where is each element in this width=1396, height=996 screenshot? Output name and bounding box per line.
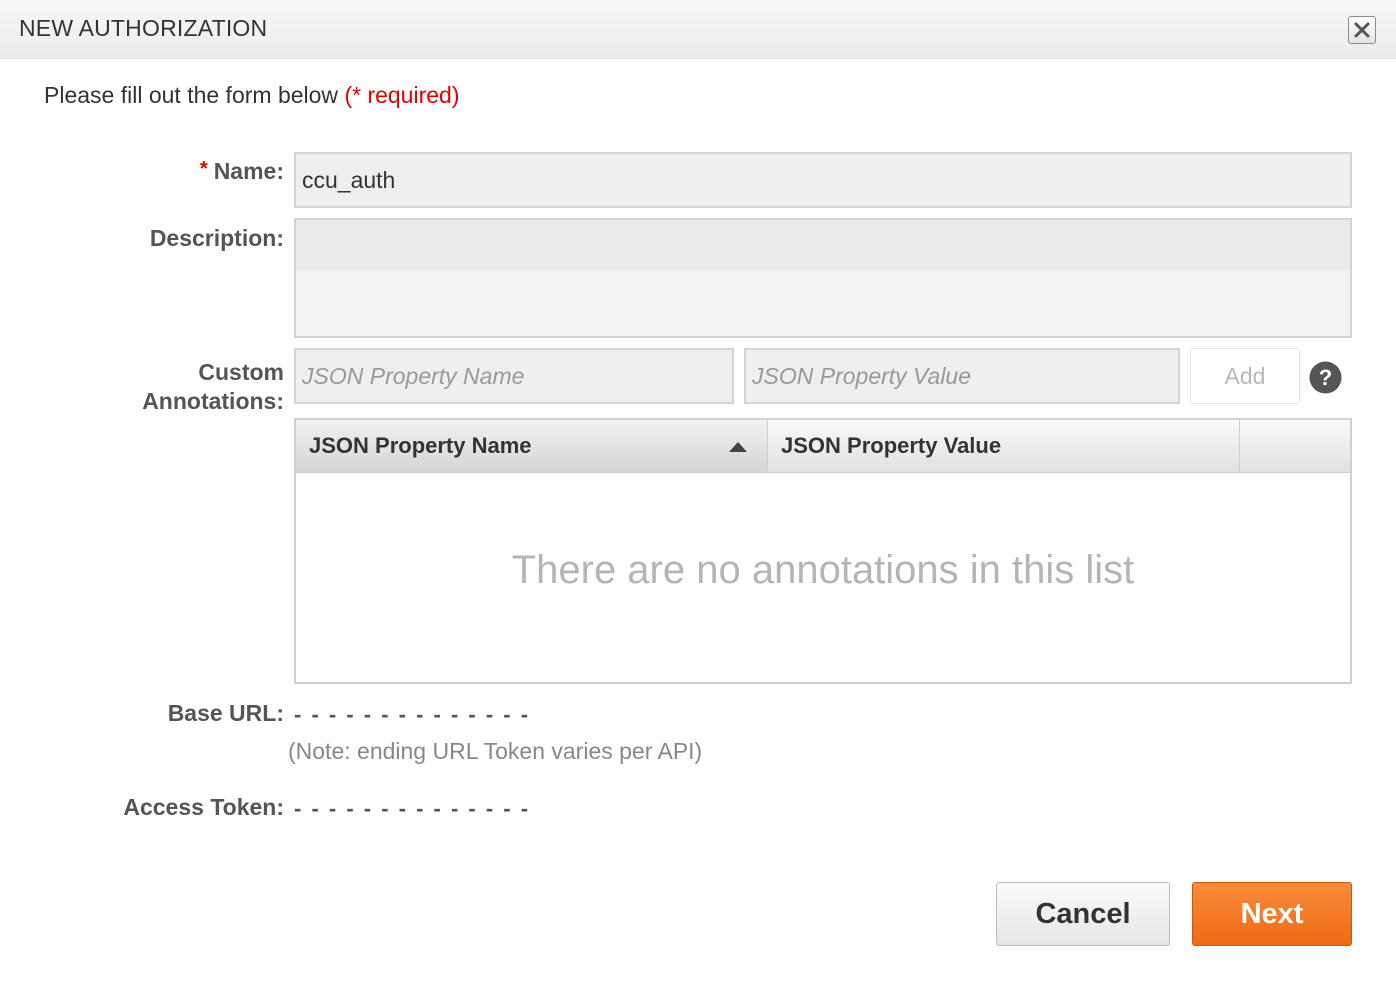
- grid-header: JSON Property Name JSON Property Value: [296, 420, 1350, 473]
- form-intro-text: Please fill out the form below: [44, 82, 339, 108]
- name-label: * Name:: [200, 158, 284, 185]
- name-label-text: Name:: [213, 158, 284, 184]
- cancel-button[interactable]: Cancel: [996, 882, 1170, 946]
- access-token-value: - - - - - - - - - - - - - -: [294, 796, 531, 821]
- next-button[interactable]: Next: [1192, 882, 1352, 946]
- column-header-label: JSON Property Value: [781, 433, 1002, 458]
- custom-annotations-label: Custom Annotations:: [142, 352, 284, 422]
- annotations-grid: JSON Property Name JSON Property Value T…: [294, 418, 1352, 684]
- json-property-value-input[interactable]: [744, 348, 1180, 404]
- dialog-title: NEW AUTHORIZATION: [19, 15, 268, 41]
- base-url-label: Base URL:: [167, 700, 284, 726]
- column-header-json-property-value[interactable]: JSON Property Value: [768, 420, 1240, 472]
- column-header-actions: [1240, 420, 1350, 472]
- description-textarea[interactable]: [294, 218, 1352, 338]
- new-authorization-dialog: NEW AUTHORIZATION Please fill out the fo…: [0, 0, 1396, 996]
- name-input[interactable]: [294, 152, 1352, 208]
- custom-annotations-label-line2: Annotations:: [142, 388, 284, 414]
- form-intro: Please fill out the form below (* requir…: [44, 82, 459, 109]
- empty-list-message: There are no annotations in this list: [511, 548, 1135, 592]
- dialog-titlebar: NEW AUTHORIZATION: [0, 0, 1396, 59]
- required-note: (* required): [344, 82, 460, 108]
- column-header-label: JSON Property Name: [309, 433, 532, 458]
- svg-text:?: ?: [1319, 365, 1332, 390]
- column-header-json-property-name[interactable]: JSON Property Name: [296, 420, 768, 472]
- required-star: *: [199, 158, 208, 180]
- access-token-label: Access Token:: [123, 794, 284, 820]
- description-label: Description:: [149, 225, 284, 251]
- base-url-value: - - - - - - - - - - - - - -: [294, 702, 531, 727]
- close-icon: [1354, 22, 1370, 38]
- sort-ascending-icon: [729, 442, 747, 452]
- close-button[interactable]: [1348, 16, 1376, 44]
- question-circle-icon[interactable]: ?: [1309, 361, 1342, 394]
- base-url-note: (Note: ending URL Token varies per API): [288, 738, 703, 764]
- add-annotation-button[interactable]: Add: [1190, 348, 1300, 404]
- json-property-name-input[interactable]: [294, 348, 734, 404]
